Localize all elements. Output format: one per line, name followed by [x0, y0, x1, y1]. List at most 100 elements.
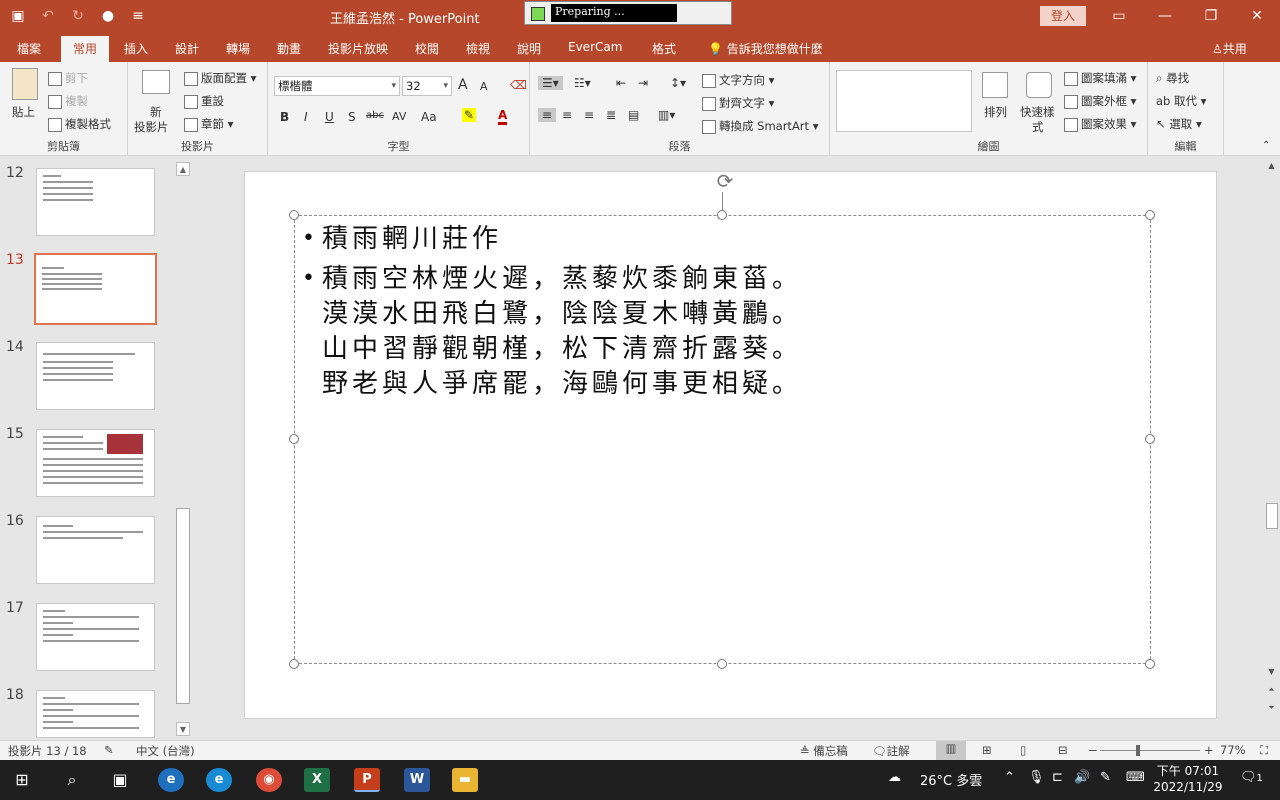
- find-button[interactable]: ⌕ 尋找: [1156, 70, 1189, 86]
- select-button[interactable]: ↖ 選取 ▾: [1156, 116, 1202, 132]
- new-slide-icon[interactable]: [142, 70, 170, 94]
- align-left-icon[interactable]: ≡: [538, 108, 557, 122]
- increase-indent-icon[interactable]: ⇥: [638, 76, 648, 90]
- powerpoint-icon[interactable]: P: [354, 768, 380, 792]
- decrease-indent-icon[interactable]: ⇤: [616, 76, 626, 90]
- slideshow-view-icon[interactable]: ⊟: [1058, 743, 1068, 757]
- slide-sorter-icon[interactable]: ⊞: [982, 743, 992, 757]
- quick-styles-button-2[interactable]: 式: [1032, 119, 1044, 135]
- align-center-icon[interactable]: ≡: [562, 108, 572, 122]
- copy-button[interactable]: 複製: [48, 93, 88, 109]
- edge-icon[interactable]: e: [206, 768, 232, 792]
- tab-home[interactable]: 常用: [61, 36, 110, 62]
- slide-thumbnail-active[interactable]: [34, 253, 157, 325]
- language-indicator[interactable]: 中文 (台灣): [136, 743, 195, 759]
- numbering-icon[interactable]: ☷▾: [574, 76, 591, 90]
- scroll-thumb[interactable]: [176, 508, 190, 704]
- quick-styles-button[interactable]: 快速樣: [1020, 104, 1055, 120]
- zoom-slider-knob[interactable]: [1136, 745, 1140, 756]
- notes-button[interactable]: ≜ 備忘稿: [800, 743, 848, 759]
- comments-button[interactable]: 🗨註解: [872, 743, 910, 759]
- zoom-out-icon[interactable]: −: [1088, 743, 1098, 757]
- grow-font-button[interactable]: A: [458, 77, 468, 93]
- tab-design[interactable]: 設計: [175, 40, 199, 57]
- tab-format[interactable]: 格式: [652, 40, 676, 57]
- file-explorer-icon[interactable]: ▬: [452, 768, 478, 792]
- shrink-font-button[interactable]: A: [480, 80, 488, 93]
- align-text-button[interactable]: 對齊文字 ▾: [702, 95, 774, 111]
- save-icon[interactable]: ▣: [8, 6, 28, 26]
- weather-text[interactable]: 26°C 多雲: [920, 770, 982, 789]
- notification-icon[interactable]: 🗨1: [1240, 770, 1263, 785]
- change-case-button[interactable]: Aa: [421, 110, 437, 124]
- bold-button[interactable]: B: [280, 110, 289, 124]
- arrange-button[interactable]: 排列: [984, 104, 1007, 120]
- zoom-in-icon[interactable]: +: [1204, 743, 1214, 757]
- new-slide-label-2[interactable]: 投影片: [134, 119, 169, 135]
- smartart-button[interactable]: 轉換成 SmartArt ▾: [702, 118, 818, 134]
- close-icon[interactable]: ✕: [1234, 0, 1280, 32]
- normal-view-icon[interactable]: ▥: [936, 741, 966, 760]
- minimize-icon[interactable]: —: [1142, 0, 1188, 32]
- format-painter-button[interactable]: 複製格式: [48, 116, 111, 132]
- start-slideshow-icon[interactable]: ●: [98, 6, 118, 26]
- replace-button[interactable]: ab 取代 ▾: [1156, 93, 1206, 109]
- font-name-combo[interactable]: 標楷體: [274, 76, 400, 96]
- search-icon[interactable]: ⌕: [58, 768, 86, 792]
- justify-icon[interactable]: ≣: [606, 108, 616, 122]
- ribbon-display-icon[interactable]: ▭: [1096, 0, 1142, 32]
- resize-handle[interactable]: [1145, 210, 1155, 220]
- layout-button[interactable]: 版面配置 ▾: [184, 70, 256, 86]
- tab-animations[interactable]: 動畫: [277, 40, 301, 57]
- resize-handle[interactable]: [289, 659, 299, 669]
- tab-review[interactable]: 校閱: [415, 40, 439, 57]
- text-direction-button[interactable]: 文字方向 ▾: [702, 72, 774, 88]
- spellcheck-icon[interactable]: ✎: [104, 743, 114, 757]
- slide-thumbnail[interactable]: [36, 342, 155, 410]
- quick-styles-icon[interactable]: [1026, 72, 1052, 98]
- distribute-icon[interactable]: ▤: [628, 108, 639, 122]
- login-button[interactable]: 登入: [1040, 6, 1086, 26]
- tab-transitions[interactable]: 轉場: [226, 40, 250, 57]
- volume-icon[interactable]: 🔊: [1074, 770, 1090, 785]
- undo-icon[interactable]: ↶: [38, 6, 58, 26]
- arrange-icon[interactable]: [982, 72, 1008, 98]
- pen-tool-icon[interactable]: ✎: [1100, 770, 1111, 785]
- paste-button[interactable]: 貼上: [12, 104, 35, 120]
- line-spacing-icon[interactable]: ↕▾: [670, 76, 686, 90]
- scroll-down-icon[interactable]: ▼: [176, 722, 190, 736]
- task-view-icon[interactable]: ▣: [106, 768, 134, 792]
- shapes-gallery[interactable]: [836, 70, 972, 132]
- tab-slideshow[interactable]: 投影片放映: [328, 40, 388, 57]
- slide-thumbnail[interactable]: [36, 168, 155, 236]
- slide-thumbnail[interactable]: [36, 690, 155, 738]
- slide-thumbnail[interactable]: [36, 603, 155, 671]
- next-slide-icon[interactable]: ⏷: [1264, 701, 1279, 715]
- scroll-up-icon[interactable]: ▲: [176, 162, 190, 176]
- tab-view[interactable]: 檢視: [466, 40, 490, 57]
- network-icon[interactable]: ⊏: [1052, 770, 1063, 785]
- excel-icon[interactable]: X: [304, 768, 330, 792]
- keyboard-icon[interactable]: ⌨: [1126, 770, 1145, 785]
- shadow-button[interactable]: S: [348, 110, 356, 124]
- shape-outline-button[interactable]: 圖案外框 ▾: [1064, 93, 1136, 109]
- ie-icon[interactable]: e: [158, 768, 184, 792]
- weather-cloud-icon[interactable]: ☁: [888, 770, 901, 785]
- shape-effects-button[interactable]: 圖案效果 ▾: [1064, 116, 1136, 132]
- word-icon[interactable]: W: [404, 768, 430, 792]
- reading-view-icon[interactable]: ▯: [1020, 743, 1026, 757]
- font-color-button[interactable]: A: [498, 108, 508, 125]
- slide-thumbnail[interactable]: [36, 429, 155, 497]
- underline-button[interactable]: U: [325, 110, 334, 124]
- redo-icon[interactable]: ↻: [68, 6, 88, 26]
- resize-handle[interactable]: [1145, 434, 1155, 444]
- fit-slide-icon[interactable]: ⛶: [1260, 743, 1268, 758]
- section-button[interactable]: 章節 ▾: [184, 116, 233, 132]
- share-button[interactable]: ♙共用: [1212, 40, 1247, 57]
- paste-icon[interactable]: [12, 68, 38, 100]
- rotate-handle-icon[interactable]: ⟳: [714, 171, 736, 193]
- tab-insert[interactable]: 插入: [124, 40, 148, 57]
- clock[interactable]: 下午 07:01 2022/11/29: [1150, 763, 1226, 795]
- new-slide-label[interactable]: 新: [150, 104, 162, 120]
- resize-handle[interactable]: [1145, 659, 1155, 669]
